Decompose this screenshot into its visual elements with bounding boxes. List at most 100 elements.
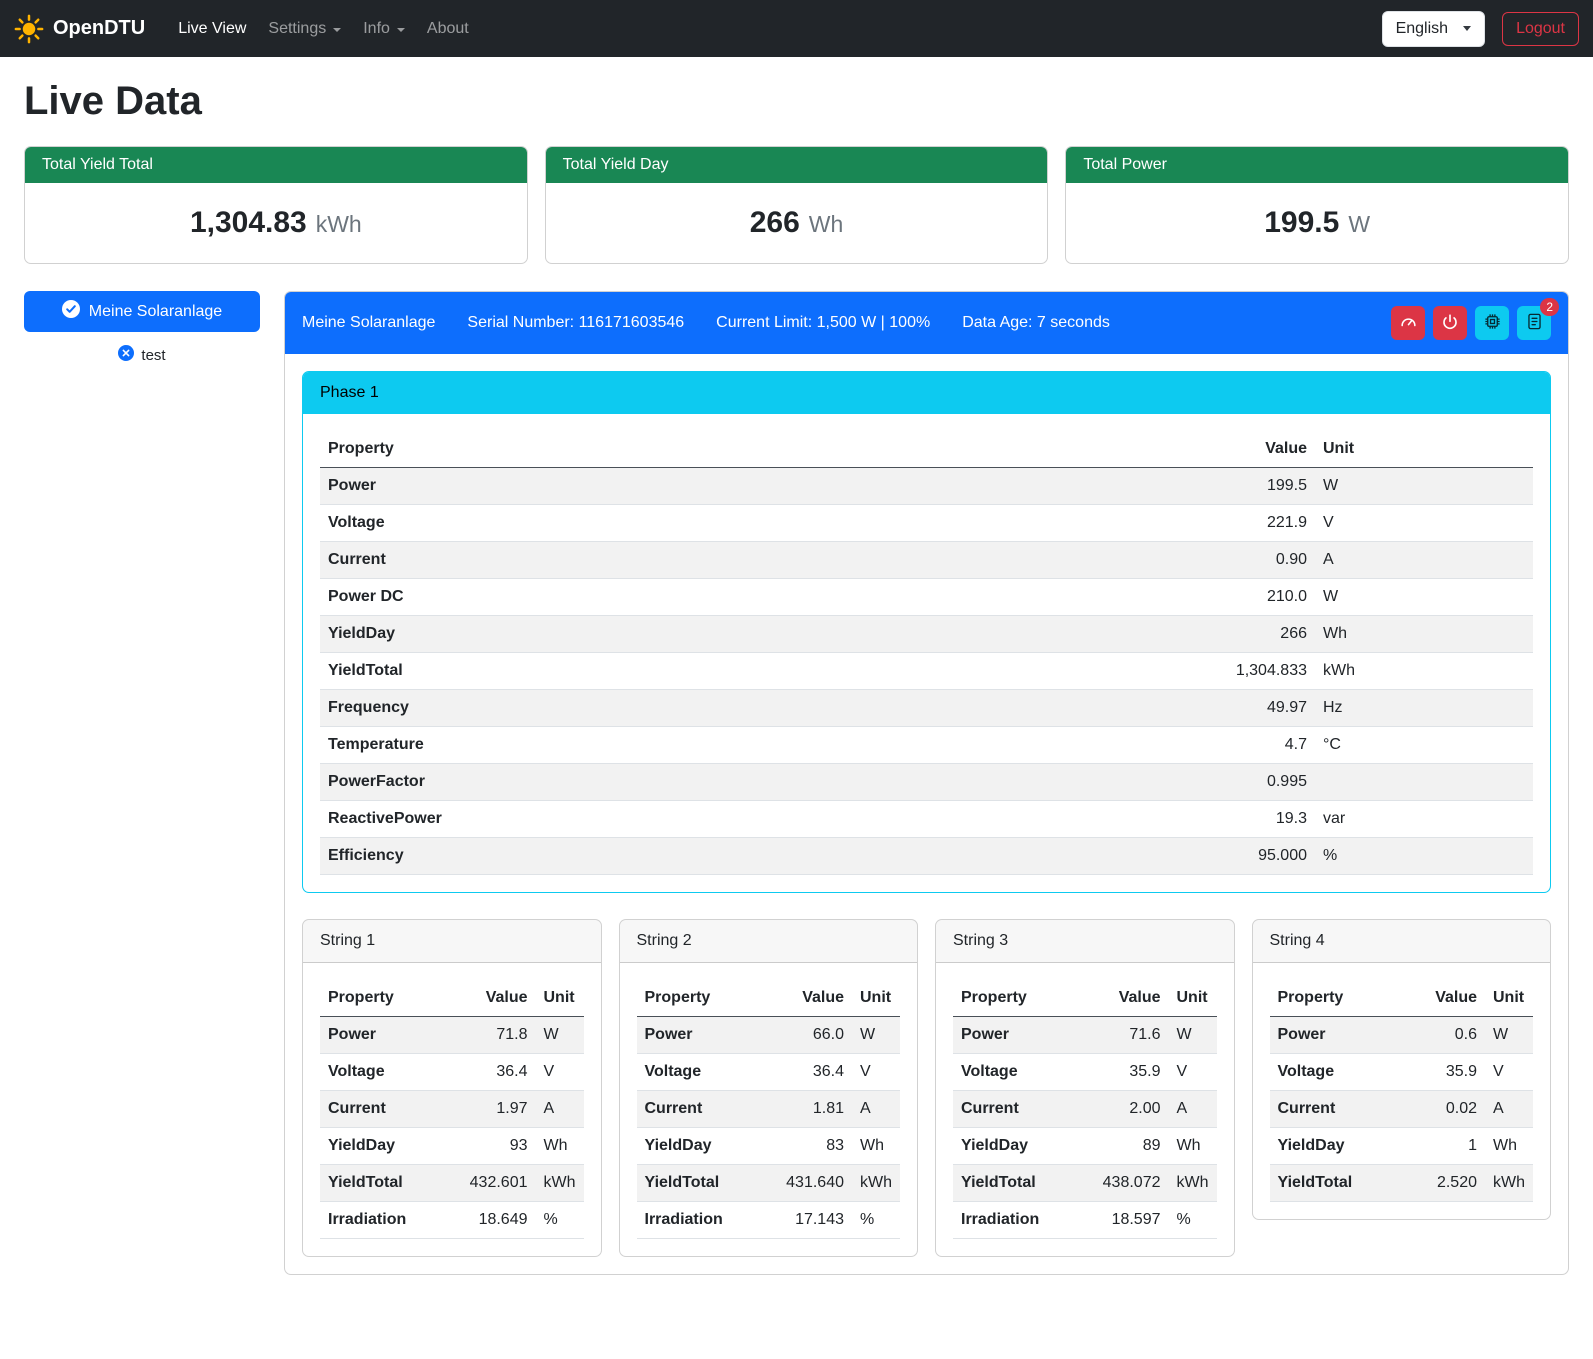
cell-property: ReactivePower xyxy=(320,801,915,838)
total-yield-day-unit: Wh xyxy=(809,211,844,237)
power-button[interactable] xyxy=(1433,306,1467,340)
cell-unit: Wh xyxy=(852,1128,900,1165)
cell-unit: A xyxy=(1169,1091,1217,1128)
cell-property: YieldDay xyxy=(637,1128,758,1165)
nav-info[interactable]: Info xyxy=(352,12,416,46)
power-icon xyxy=(1441,313,1459,334)
string-card-title: String 1 xyxy=(303,920,601,963)
table-row: Current1.97A xyxy=(320,1091,584,1128)
cell-value: 0.90 xyxy=(915,542,1315,579)
cell-unit: V xyxy=(536,1054,584,1091)
page-container: Live Data Total Yield Total 1,304.83kWh … xyxy=(0,57,1593,1303)
nav-settings[interactable]: Settings xyxy=(257,12,352,46)
cell-unit: var xyxy=(1315,801,1533,838)
table-row: Current1.81A xyxy=(637,1091,901,1128)
string-card-title: String 3 xyxy=(936,920,1234,963)
cell-unit: W xyxy=(1315,579,1533,616)
cell-property: Current xyxy=(1270,1091,1402,1128)
cell-unit: Wh xyxy=(536,1128,584,1165)
table-row: Irradiation18.597% xyxy=(953,1202,1217,1239)
card-body: 1,304.83kWh xyxy=(25,183,527,263)
inverter-card-header: Meine Solaranlage Serial Number: 1161716… xyxy=(285,292,1568,354)
table-row: YieldDay89Wh xyxy=(953,1128,1217,1165)
brand-label: OpenDTU xyxy=(53,17,145,40)
cell-property: Power xyxy=(637,1017,758,1054)
table-header-row: Property Value Unit xyxy=(953,980,1217,1017)
total-yield-day-value: 266 xyxy=(750,206,800,239)
cell-property: YieldDay xyxy=(1270,1128,1402,1165)
cell-value: 0.6 xyxy=(1401,1017,1485,1054)
table-row: PowerFactor0.995 xyxy=(320,764,1533,801)
navbar: OpenDTU Live View Settings Info About En… xyxy=(0,0,1593,57)
inverter-offline-item[interactable]: test xyxy=(24,345,260,365)
inverter-select-button[interactable]: Meine Solaranlage xyxy=(24,291,260,332)
table-row: Temperature4.7°C xyxy=(320,727,1533,764)
cell-property: Frequency xyxy=(320,690,915,727)
card-title: Total Power xyxy=(1066,147,1568,183)
main-row: Meine Solaranlage test Meine Solaranlage… xyxy=(24,291,1569,1275)
string-table: Property Value Unit Power0.6WVoltage35.9… xyxy=(1270,980,1534,1202)
cell-value: 93 xyxy=(441,1128,536,1165)
cell-property: PowerFactor xyxy=(320,764,915,801)
inverter-selector: Meine Solaranlage test xyxy=(24,291,260,365)
cell-property: Current xyxy=(637,1091,758,1128)
cell-property: Power xyxy=(320,1017,441,1054)
cell-value: 432.601 xyxy=(441,1165,536,1202)
table-row: Current2.00A xyxy=(953,1091,1217,1128)
inverter-serial: Serial Number: 116171603546 xyxy=(467,314,684,332)
table-row: Current0.02A xyxy=(1270,1091,1534,1128)
cell-property: Power xyxy=(953,1017,1074,1054)
column-header-unit: Unit xyxy=(1485,980,1533,1017)
logout-button[interactable]: Logout xyxy=(1502,12,1579,46)
table-row: Voltage36.4V xyxy=(320,1054,584,1091)
limit-settings-button[interactable] xyxy=(1391,306,1425,340)
phase-card-title: Phase 1 xyxy=(303,372,1550,414)
nav-live-view[interactable]: Live View xyxy=(167,12,257,46)
cell-unit: Hz xyxy=(1315,690,1533,727)
inverter-limit: Current Limit: 1,500 W | 100% xyxy=(716,314,930,332)
brand[interactable]: OpenDTU xyxy=(14,14,145,44)
cell-property: YieldTotal xyxy=(953,1165,1074,1202)
column-header-property: Property xyxy=(637,980,758,1017)
string-card-body: Property Value Unit Power71.6WVoltage35.… xyxy=(936,963,1234,1256)
cell-property: Irradiation xyxy=(637,1202,758,1239)
column-header-value: Value xyxy=(441,980,536,1017)
table-row: Power71.6W xyxy=(953,1017,1217,1054)
device-info-button[interactable] xyxy=(1475,306,1509,340)
column-header-value: Value xyxy=(915,431,1315,468)
inverter-select-label: Meine Solaranlage xyxy=(89,303,222,321)
cell-value: 49.97 xyxy=(915,690,1315,727)
cell-unit: % xyxy=(852,1202,900,1239)
string-table: Property Value Unit Power71.6WVoltage35.… xyxy=(953,980,1217,1239)
column-header-unit: Unit xyxy=(852,980,900,1017)
table-row: YieldTotal438.072kWh xyxy=(953,1165,1217,1202)
column-header-property: Property xyxy=(320,980,441,1017)
cell-unit: % xyxy=(1169,1202,1217,1239)
event-log-button[interactable]: 2 xyxy=(1517,306,1551,340)
cell-property: YieldDay xyxy=(320,1128,441,1165)
table-row: Power71.8W xyxy=(320,1017,584,1054)
cell-value: 18.649 xyxy=(441,1202,536,1239)
x-circle-icon xyxy=(118,345,134,365)
cell-value: 199.5 xyxy=(915,468,1315,505)
language-select[interactable]: English xyxy=(1382,11,1485,47)
check-circle-icon xyxy=(62,300,80,323)
cell-unit: Wh xyxy=(1315,616,1533,653)
event-count-badge: 2 xyxy=(1540,298,1559,316)
cell-value: 0.995 xyxy=(915,764,1315,801)
nav-about[interactable]: About xyxy=(416,12,480,46)
cell-value: 438.072 xyxy=(1074,1165,1169,1202)
string-card-body: Property Value Unit Power66.0WVoltage36.… xyxy=(620,963,918,1256)
cell-property: YieldTotal xyxy=(320,653,915,690)
cell-property: Power xyxy=(320,468,915,505)
table-row: YieldDay266Wh xyxy=(320,616,1533,653)
table-row: Voltage221.9V xyxy=(320,505,1533,542)
cell-unit: kWh xyxy=(1485,1165,1533,1202)
cell-unit: °C xyxy=(1315,727,1533,764)
string-card-body: Property Value Unit Power0.6WVoltage35.9… xyxy=(1253,963,1551,1219)
inverter-card: Meine Solaranlage Serial Number: 1161716… xyxy=(284,291,1569,1275)
nav-links: Live View Settings Info About xyxy=(167,12,480,46)
chevron-down-icon xyxy=(1463,26,1471,31)
string-card-title: String 2 xyxy=(620,920,918,963)
cell-value: 18.597 xyxy=(1074,1202,1169,1239)
